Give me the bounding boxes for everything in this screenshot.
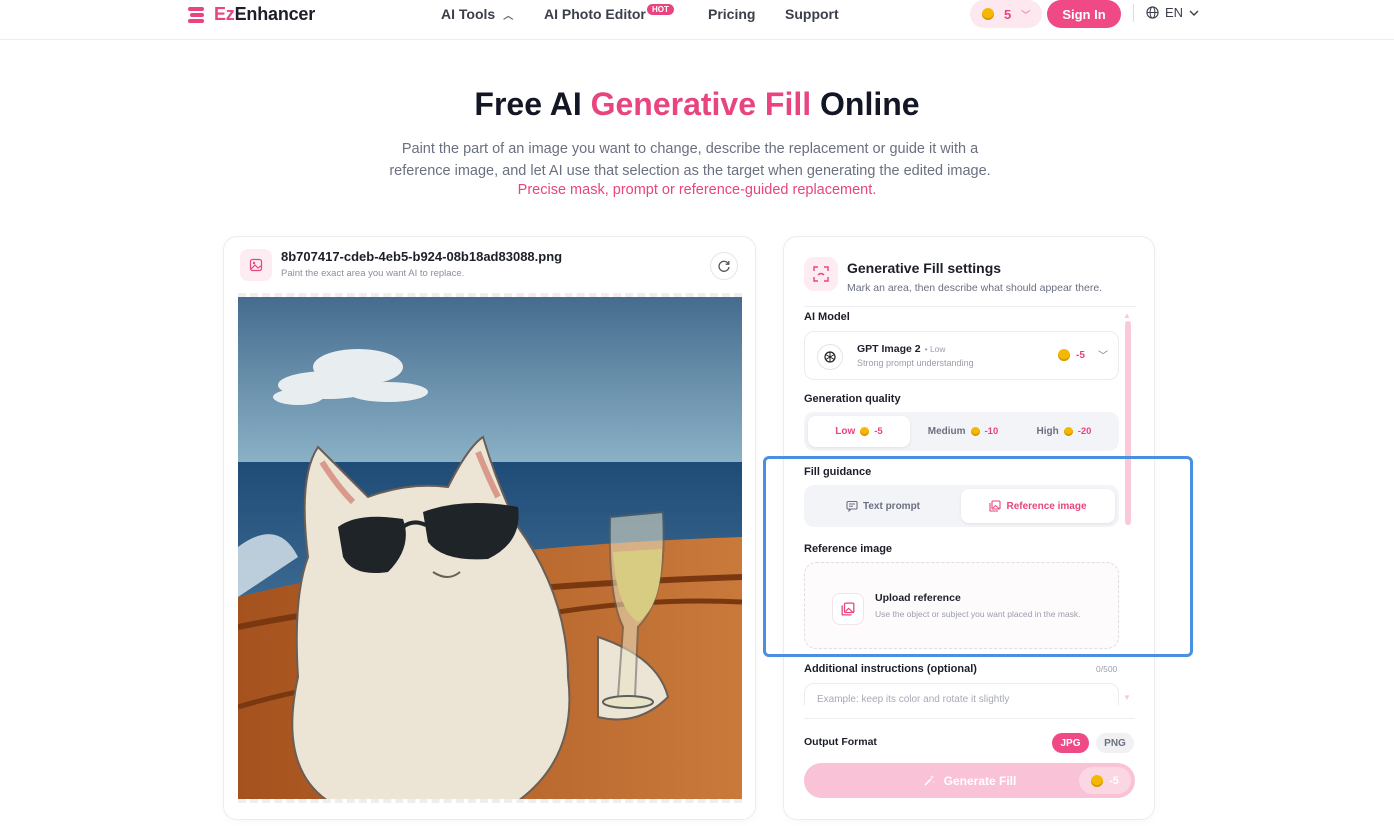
quality-selector: Low -5 Medium -10 High -20	[804, 412, 1119, 451]
scroll-down-arrow[interactable]: ▼	[1123, 693, 1131, 702]
message-icon	[846, 500, 858, 512]
fill-settings-card: Generative Fill settings Mark an area, t…	[783, 236, 1155, 820]
ai-model-select[interactable]: GPT Image 2 • Low Strong prompt understan…	[804, 331, 1119, 380]
chevron-down-icon: ﹀	[1021, 9, 1031, 20]
top-navigation-bar: EzEnhancer AI Tools ︿ AI Photo Editor HOT…	[0, 0, 1394, 40]
fill-guidance-label: Fill guidance	[804, 466, 872, 478]
nav-pricing[interactable]: Pricing	[708, 0, 755, 28]
brand-logo[interactable]: EzEnhancer	[186, 4, 315, 25]
upload-reference-dropzone[interactable]: Upload reference Use the object or subje…	[804, 562, 1119, 649]
scroll-up-arrow[interactable]: ▲	[1123, 311, 1131, 320]
instructions-label: Additional instructions (optional)	[804, 663, 977, 675]
nav-ai-photo-editor[interactable]: AI Photo Editor	[544, 0, 646, 28]
character-count: 0/500	[1096, 664, 1118, 674]
coin-icon	[970, 427, 980, 436]
chevron-up-icon: ︿	[503, 10, 514, 22]
generation-quality-label: Generation quality	[804, 393, 901, 405]
generate-fill-button[interactable]: Generate Fill -5	[804, 763, 1135, 798]
model-description: Strong prompt understanding	[857, 358, 974, 368]
editable-image-canvas[interactable]	[238, 293, 742, 803]
images-icon	[989, 500, 1002, 512]
quality-high-option[interactable]: High -20	[1013, 416, 1115, 447]
format-png-button[interactable]: PNG	[1096, 733, 1134, 753]
image-editor-card: 8b707417-cdeb-4eb5-b924-08b18ad83088.png…	[223, 236, 756, 820]
quality-medium-option[interactable]: Medium -10	[912, 416, 1014, 447]
fill-guidance-selector: Text prompt Reference image	[804, 485, 1119, 527]
coin-icon	[1091, 774, 1104, 787]
settings-subtitle: Mark an area, then describe what should …	[847, 282, 1103, 294]
coin-icon	[860, 427, 870, 436]
coin-icon	[1063, 427, 1073, 436]
magic-wand-icon	[924, 775, 935, 786]
refresh-icon	[718, 260, 730, 272]
coin-icon	[1058, 349, 1070, 361]
language-selector[interactable]: EN	[1146, 5, 1199, 20]
generate-cost: -5	[1079, 767, 1131, 794]
settings-scrollbar[interactable]	[1125, 321, 1131, 525]
globe-icon	[1146, 6, 1159, 19]
model-cost: -5	[1058, 349, 1085, 361]
settings-title: Generative Fill settings	[847, 260, 1002, 276]
upload-image-icon	[832, 593, 864, 625]
coin-icon	[982, 8, 994, 20]
editor-hint: Paint the exact area you want AI to repl…	[281, 268, 465, 279]
quality-low-option[interactable]: Low -5	[808, 416, 910, 447]
logo-icon	[186, 5, 206, 25]
divider	[804, 718, 1135, 719]
openai-icon	[817, 344, 843, 370]
hot-badge: HOT	[647, 4, 674, 15]
instructions-input[interactable]: Example: keep its color and rotate it sl…	[804, 683, 1119, 705]
page-tagline: Precise mask, prompt or reference-guided…	[517, 182, 877, 198]
file-name: 8b707417-cdeb-4eb5-b924-08b18ad83088.png	[281, 249, 563, 264]
chevron-down-icon	[1189, 10, 1199, 16]
chevron-down-icon: ﹀	[1098, 351, 1108, 362]
upload-subtitle: Use the object or subject you want place…	[875, 609, 1081, 619]
ai-model-label: AI Model	[804, 311, 850, 323]
reference-image-label: Reference image	[804, 543, 893, 555]
reference-image-option[interactable]: Reference image	[961, 489, 1115, 523]
nav-support[interactable]: Support	[785, 0, 839, 28]
upload-title: Upload reference	[875, 592, 961, 604]
credits-button[interactable]: 5 ﹀	[970, 0, 1042, 28]
image-file-icon	[240, 249, 272, 281]
page-description: Paint the part of an image you want to c…	[389, 141, 991, 179]
divider	[1133, 4, 1134, 22]
select-area-icon	[804, 257, 838, 291]
nav-ai-tools[interactable]: AI Tools ︿	[441, 0, 513, 28]
reset-button[interactable]	[710, 252, 738, 280]
output-format-label: Output Format	[804, 736, 877, 748]
sign-in-button[interactable]: Sign In	[1047, 0, 1121, 28]
divider	[804, 306, 1136, 307]
brand-name: EzEnhancer	[214, 4, 316, 24]
page-title: Free AI Generative Fill Online	[474, 86, 920, 122]
format-jpg-button[interactable]: JPG	[1052, 733, 1089, 753]
cat-image	[238, 297, 742, 799]
text-prompt-option[interactable]: Text prompt	[808, 489, 958, 523]
model-name: GPT Image 2 • Low	[857, 343, 946, 355]
